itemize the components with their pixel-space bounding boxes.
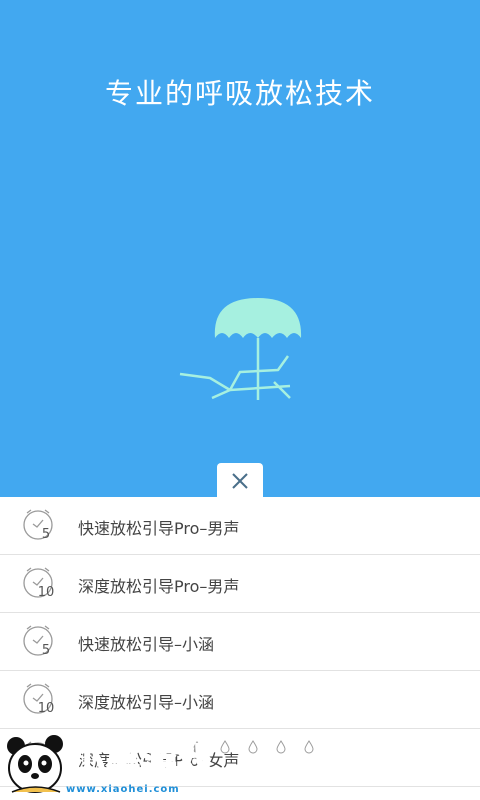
list-item[interactable]: 5 快速放松引导–小涵 — [0, 613, 480, 671]
hero-banner: 专业的呼吸放松技术 — [0, 0, 480, 497]
page-dot-icon — [248, 740, 258, 754]
duration-label: 10 — [37, 585, 55, 600]
list-item-label: 深度放松引导Pro–男声 — [78, 577, 240, 596]
list-item-label: 深度放松引导–小涵 — [78, 693, 215, 712]
page-dot-icon — [304, 740, 314, 754]
page-dot-icon — [220, 740, 230, 754]
close-icon — [232, 473, 248, 489]
list-item[interactable]: 10 深度放松引导–小涵 — [0, 671, 480, 729]
page-dot-icon — [276, 740, 286, 754]
page-indicator — [192, 740, 314, 760]
clock-icon: 5 — [21, 507, 57, 543]
duration-label: 5 — [41, 643, 51, 658]
list-item-label: 快速放松引导–小涵 — [78, 635, 215, 654]
duration-label: 10 — [37, 701, 55, 716]
list-item-label: 快速放松引导Pro–男声 — [78, 519, 240, 538]
clock-icon: 5 — [21, 623, 57, 659]
duration-label: 5 — [41, 527, 51, 542]
list-item[interactable]: 10 深度放松引导Pro–男声 — [0, 555, 480, 613]
clock-icon: 10 — [21, 565, 57, 601]
hero-title: 专业的呼吸放松技术 — [104, 77, 375, 110]
beach-umbrella-lounge-chair-icon — [179, 298, 302, 400]
list-item[interactable]: 5 快速放松引导Pro–男声 — [0, 497, 480, 555]
clock-icon: 10 — [21, 681, 57, 717]
page-dot-active-icon — [193, 741, 201, 753]
close-button[interactable] — [217, 463, 263, 499]
clock-icon — [21, 739, 57, 775]
